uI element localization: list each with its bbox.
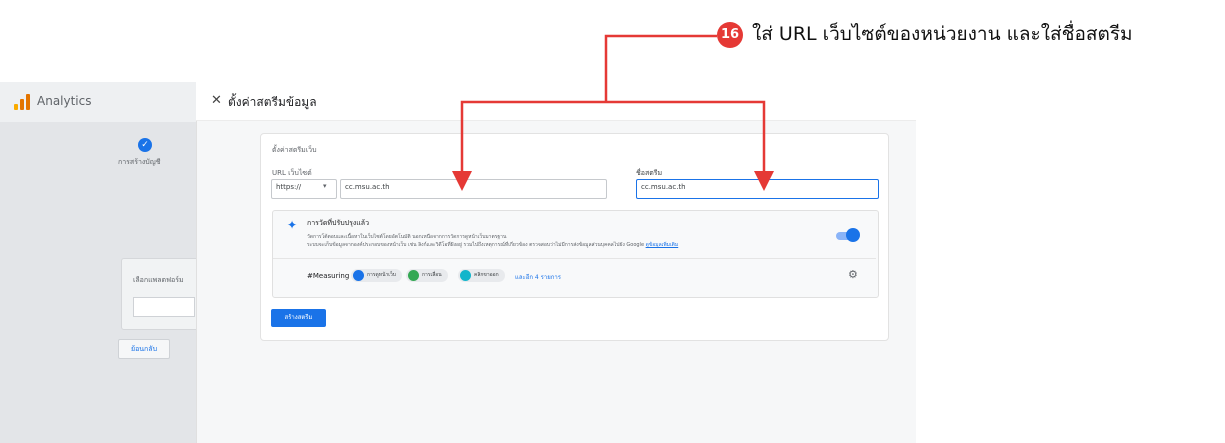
arrow-to-stream-name-field <box>606 100 774 191</box>
arrow-from-badge <box>604 34 717 102</box>
arrow-to-url-field <box>452 100 606 191</box>
annotation-arrows <box>452 34 774 191</box>
